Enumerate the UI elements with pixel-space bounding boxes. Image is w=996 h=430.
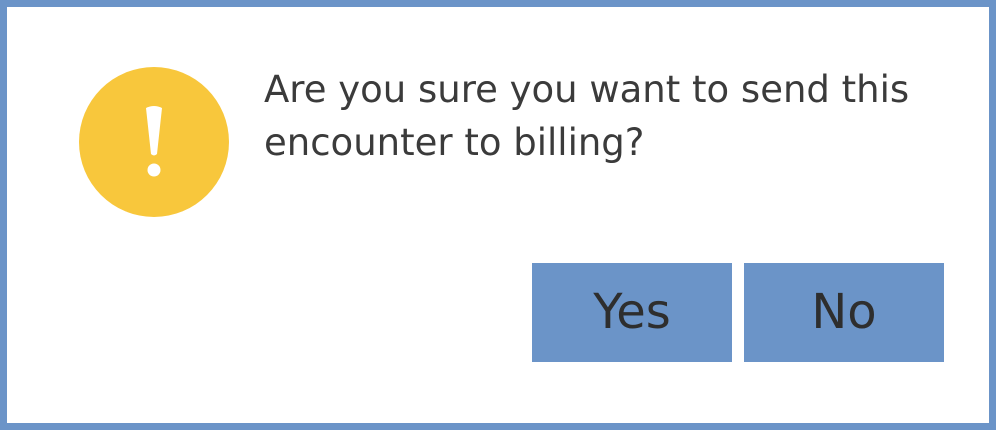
confirm-dialog: Are you sure you want to send this encou… [0,0,996,430]
confirm-message: Are you sure you want to send this encou… [264,68,910,164]
yes-button[interactable]: Yes [532,263,732,362]
no-button[interactable]: No [744,263,944,362]
exclamation-warning-icon [79,67,229,217]
